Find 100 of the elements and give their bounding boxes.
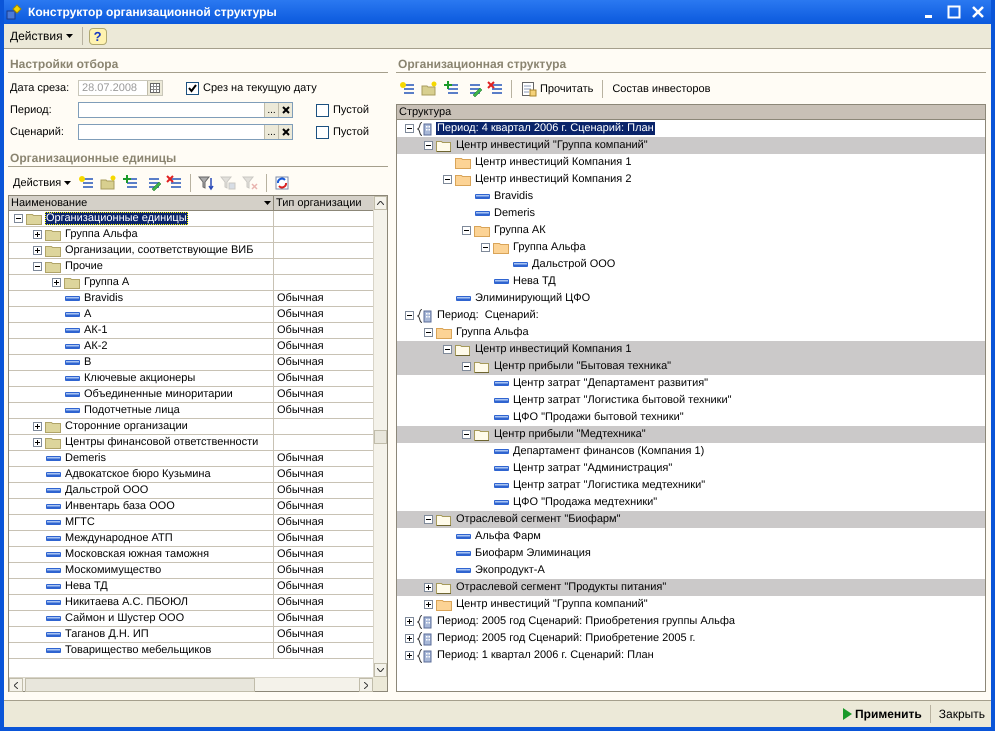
- org-unit-name[interactable]: Bravidis: [83, 292, 124, 305]
- scroll-thumb[interactable]: [25, 678, 255, 692]
- tree-node[interactable]: Центр инвестиций Компания 2: [474, 173, 632, 186]
- org-unit-name[interactable]: Группа А: [83, 276, 130, 289]
- org-unit-name[interactable]: Организации, соответствующие ВИБ: [64, 244, 254, 257]
- tree-node[interactable]: Bravidis: [493, 190, 534, 203]
- tree-node[interactable]: Отраслевой сегмент "Биофарм": [455, 513, 622, 526]
- org-unit-name[interactable]: Центры финансовой ответственности: [64, 436, 260, 449]
- close-icon[interactable]: [971, 5, 985, 19]
- org-unit-name[interactable]: Подотчетные лица: [83, 404, 181, 417]
- org-unit-name[interactable]: АК-1: [83, 324, 109, 337]
- org-unit-name[interactable]: Ключевые акционеры: [83, 372, 196, 385]
- tree-node[interactable]: Группа Альфа: [455, 326, 530, 339]
- collapse-icon[interactable]: [33, 262, 42, 271]
- org-unit-name[interactable]: Международное АТП: [64, 532, 174, 545]
- tree-node[interactable]: Период: Сценарий:: [436, 309, 540, 322]
- org-unit-name[interactable]: Demeris: [64, 452, 107, 465]
- expand-icon[interactable]: [424, 583, 433, 592]
- horizontal-scrollbar[interactable]: [9, 677, 373, 691]
- filter-icon[interactable]: [198, 174, 216, 192]
- add-folder-icon[interactable]: [421, 80, 438, 98]
- select-button[interactable]: ...: [264, 125, 278, 139]
- collapse-icon[interactable]: [14, 214, 23, 223]
- collapse-icon[interactable]: [424, 141, 433, 150]
- tree-node[interactable]: Группа Альфа: [512, 241, 587, 254]
- collapse-icon[interactable]: [462, 226, 471, 235]
- org-unit-name[interactable]: Москомимущество: [64, 564, 162, 577]
- org-unit-name[interactable]: Инвентарь база ООО: [64, 500, 176, 513]
- tree-node[interactable]: Центр затрат "Департамент развития": [512, 377, 710, 390]
- collapse-icon[interactable]: [424, 515, 433, 524]
- tree-node[interactable]: Департамент финансов (Компания 1): [512, 445, 706, 458]
- collapse-icon[interactable]: [405, 311, 414, 320]
- input-field[interactable]: ...: [78, 124, 293, 140]
- org-unit-name[interactable]: Организационные единицы: [45, 212, 188, 225]
- tree-node[interactable]: ЦФО "Продажи бытовой техники": [512, 411, 685, 424]
- tree-node[interactable]: Период: 2005 год Сценарий: Приобретения группы Альфа: [436, 615, 736, 628]
- tree-node[interactable]: Центр затрат "Логистика бытовой техники": [512, 394, 733, 407]
- tree-node[interactable]: Период: 1 квартал 2006 г. Сценарий: План: [436, 649, 655, 662]
- expand-icon[interactable]: [33, 230, 42, 239]
- org-unit-name[interactable]: Товарищество мебельщиков: [64, 644, 212, 657]
- actions-menu[interactable]: Действия: [7, 27, 76, 45]
- expand-icon[interactable]: [33, 246, 42, 255]
- org-unit-name[interactable]: Объединенные миноритарии: [83, 388, 234, 401]
- actions-menu[interactable]: Действия: [11, 177, 74, 189]
- tree-node[interactable]: Центр затрат "Логистика медтехники": [512, 479, 706, 492]
- tree-node[interactable]: Альфа Фарм: [474, 530, 542, 543]
- scroll-left-icon[interactable]: [14, 682, 18, 688]
- collapse-icon[interactable]: [462, 362, 471, 371]
- org-unit-name[interactable]: Таганов Д.Н. ИП: [64, 628, 150, 641]
- collapse-icon[interactable]: [481, 243, 490, 252]
- tree-node[interactable]: Demeris: [493, 207, 536, 220]
- select-button[interactable]: ...: [264, 103, 278, 117]
- tree-node[interactable]: Элиминирующий ЦФО: [474, 292, 592, 305]
- column-header[interactable]: Наименование: [11, 197, 88, 209]
- clear-icon[interactable]: [282, 106, 290, 114]
- org-unit-name[interactable]: Дальстрой ООО: [64, 484, 150, 497]
- tree-node[interactable]: Нева ТД: [512, 275, 557, 288]
- tree-node[interactable]: Период: 2005 год Сценарий: Приобретение 2005 г.: [436, 632, 696, 645]
- scroll-up-icon[interactable]: [377, 201, 384, 205]
- checkbox[interactable]: [316, 104, 329, 116]
- expand-icon[interactable]: [424, 600, 433, 609]
- clear-icon[interactable]: [282, 128, 290, 136]
- expand-icon[interactable]: [405, 651, 414, 660]
- apply-button[interactable]: Применить: [840, 707, 924, 721]
- expand-icon[interactable]: [52, 278, 61, 287]
- tree-node[interactable]: Период: 4 квартал 2006 г. Сценарий: План: [436, 122, 655, 135]
- org-unit-name[interactable]: Адвокатское бюро Кузьмина: [64, 468, 212, 481]
- collapse-icon[interactable]: [424, 328, 433, 337]
- tree-node[interactable]: Центр прибыли "Медтехника": [493, 428, 647, 441]
- org-unit-name[interactable]: Прочие: [64, 260, 104, 273]
- vertical-scrollbar[interactable]: [373, 196, 387, 677]
- org-unit-name[interactable]: Группа Альфа: [64, 228, 139, 241]
- tree-node[interactable]: Центр инвестиций "Группа компаний": [455, 598, 649, 611]
- org-unit-name[interactable]: Никитаева А.С. ПБОЮЛ: [64, 596, 189, 609]
- org-unit-name[interactable]: АК-2: [83, 340, 109, 353]
- checkbox[interactable]: [186, 82, 199, 94]
- tree-node[interactable]: ЦФО "Продажа медтехники": [512, 496, 658, 509]
- add-folder-icon[interactable]: [100, 174, 118, 192]
- collapse-icon[interactable]: [462, 430, 471, 439]
- checkbox[interactable]: [316, 126, 329, 138]
- tree-node[interactable]: Отраслевой сегмент "Продукты питания": [455, 581, 668, 594]
- expand-icon[interactable]: [33, 422, 42, 431]
- collapse-icon[interactable]: [405, 124, 414, 133]
- tree-node[interactable]: Центр затрат "Администрация": [512, 462, 674, 475]
- scroll-right-icon[interactable]: [364, 682, 368, 688]
- org-unit-name[interactable]: МГТС: [64, 516, 96, 529]
- collapse-icon[interactable]: [443, 345, 452, 354]
- tree-node[interactable]: Группа АК: [493, 224, 547, 237]
- org-unit-name[interactable]: Московская южная таможня: [64, 548, 210, 561]
- tree-node[interactable]: Биофарм Элиминация: [474, 547, 592, 560]
- expand-icon[interactable]: [405, 634, 414, 643]
- tree-node[interactable]: Центр прибыли "Бытовая техника": [493, 360, 672, 373]
- close-button[interactable]: Закрыть: [936, 707, 987, 721]
- expand-icon[interactable]: [33, 438, 42, 447]
- org-unit-name[interactable]: Сторонние организации: [64, 420, 189, 433]
- maximize-icon[interactable]: [947, 5, 961, 19]
- read-button[interactable]: Прочитать: [519, 81, 596, 97]
- column-header[interactable]: Тип организации: [274, 196, 373, 210]
- help-button[interactable]: ?: [88, 28, 107, 44]
- refresh-icon[interactable]: [274, 174, 292, 192]
